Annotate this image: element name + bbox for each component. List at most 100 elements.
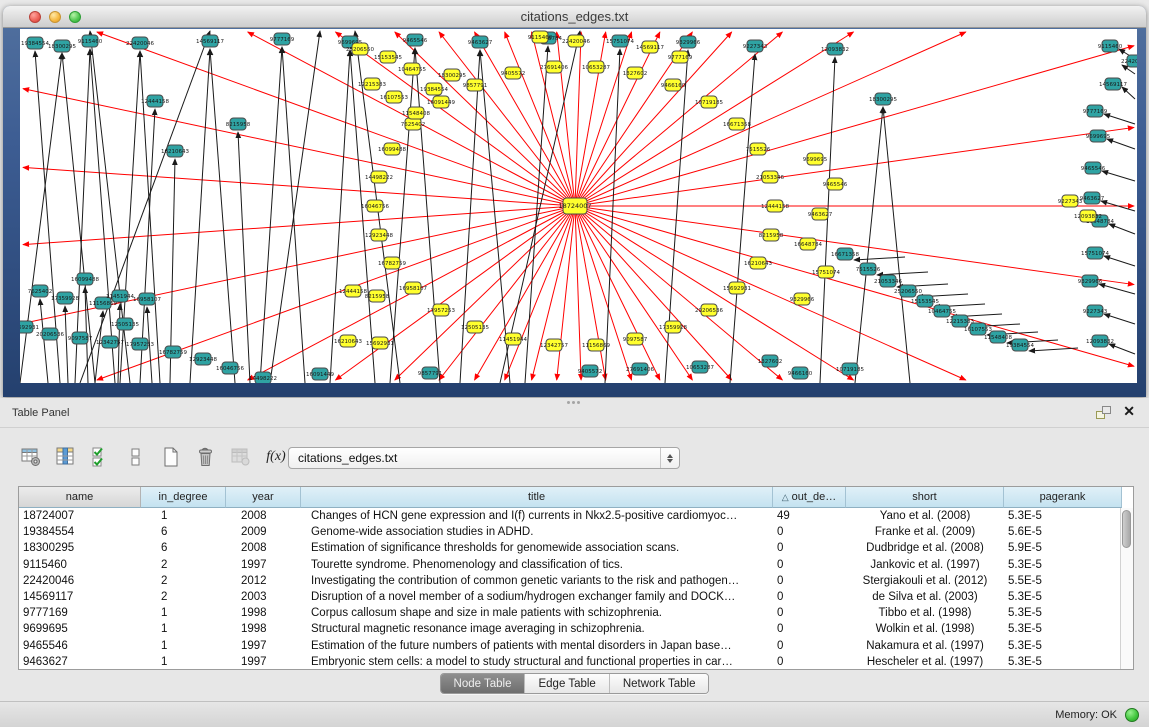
graph-edge[interactable] bbox=[270, 31, 320, 383]
cell-year[interactable]: 1997 bbox=[226, 640, 301, 652]
graph-edge[interactable] bbox=[80, 31, 210, 383]
table-row[interactable]: 1830029562008Estimation of significance … bbox=[19, 540, 1120, 556]
graph-edge[interactable] bbox=[575, 32, 606, 206]
graph-edge[interactable] bbox=[575, 206, 853, 380]
graph-edge[interactable] bbox=[23, 206, 575, 245]
cell-short[interactable]: Tibbo et al. (1998) bbox=[846, 607, 1004, 619]
graph-edge[interactable] bbox=[575, 46, 1134, 206]
cell-pagerank[interactable]: 5.9E-5 bbox=[1004, 542, 1120, 554]
cell-name[interactable]: 9465546 bbox=[19, 640, 141, 652]
cell-short[interactable]: Wolkin et al. (1998) bbox=[846, 623, 1004, 635]
cell-name[interactable]: 18300295 bbox=[19, 542, 141, 554]
graph-edge[interactable] bbox=[1104, 256, 1135, 266]
close-window-button[interactable] bbox=[29, 11, 41, 23]
cell-out_degree[interactable]: 0 bbox=[773, 559, 846, 571]
cell-in_degree[interactable]: 1 bbox=[141, 640, 226, 652]
cell-out_degree[interactable]: 0 bbox=[773, 656, 846, 668]
cell-short[interactable]: Jankovic et al. (1997) bbox=[846, 559, 1004, 571]
table-vertical-scrollbar[interactable] bbox=[1120, 508, 1133, 669]
cell-in_degree[interactable]: 1 bbox=[141, 623, 226, 635]
graph-edge[interactable] bbox=[120, 51, 140, 383]
graph-edge[interactable] bbox=[350, 50, 375, 383]
table-row[interactable]: 1456911722003Disruption of a novel membe… bbox=[19, 589, 1120, 605]
cell-title[interactable]: Disruption of a novel member of a sodium… bbox=[301, 591, 773, 603]
graph-edge[interactable] bbox=[1104, 314, 1135, 324]
cell-year[interactable]: 2008 bbox=[226, 542, 301, 554]
create-column-icon[interactable] bbox=[158, 444, 184, 470]
cell-short[interactable]: Franke et al. (2009) bbox=[846, 526, 1004, 538]
graph-edge[interactable] bbox=[95, 311, 103, 383]
float-panel-icon[interactable] bbox=[1096, 406, 1111, 419]
graph-edge[interactable] bbox=[395, 206, 575, 380]
cell-title[interactable]: Embryonic stem cells: a model to study s… bbox=[301, 656, 773, 668]
cell-in_degree[interactable]: 6 bbox=[141, 526, 226, 538]
cell-out_degree[interactable]: 0 bbox=[773, 591, 846, 603]
cell-out_degree[interactable]: 0 bbox=[773, 575, 846, 587]
cell-title[interactable]: Estimation of the future numbers of pati… bbox=[301, 640, 773, 652]
graph-edge[interactable] bbox=[1102, 171, 1135, 181]
zoom-window-button[interactable] bbox=[69, 11, 81, 23]
cell-year[interactable]: 2012 bbox=[226, 575, 301, 587]
cell-name[interactable]: 22420046 bbox=[19, 575, 141, 587]
graph-edge[interactable] bbox=[883, 107, 910, 383]
cell-pagerank[interactable]: 5.3E-5 bbox=[1004, 623, 1120, 635]
cell-title[interactable]: Estimation of significance thresholds fo… bbox=[301, 542, 773, 554]
show-columns-icon[interactable] bbox=[53, 444, 79, 470]
cell-in_degree[interactable]: 1 bbox=[141, 656, 226, 668]
cell-title[interactable]: Structural magnetic resonance image aver… bbox=[301, 623, 773, 635]
graph-edge[interactable] bbox=[1122, 87, 1135, 99]
cell-short[interactable]: Hescheler et al. (1997) bbox=[846, 656, 1004, 668]
cell-title[interactable]: Investigating the contribution of common… bbox=[301, 575, 773, 587]
table-row[interactable]: 946554611997Estimation of the future num… bbox=[19, 638, 1120, 654]
column-header-year[interactable]: year bbox=[226, 487, 301, 508]
function-builder-icon[interactable]: f(x) bbox=[263, 444, 289, 470]
graph-edge[interactable] bbox=[65, 306, 68, 383]
table-row[interactable]: 1938455462009Genome-wide association stu… bbox=[19, 524, 1120, 540]
cell-pagerank[interactable]: 5.3E-5 bbox=[1004, 607, 1120, 619]
window-titlebar[interactable]: citations_edges.txt bbox=[3, 6, 1146, 28]
cell-short[interactable]: Yano et al. (2008) bbox=[846, 510, 1004, 522]
cell-short[interactable]: Dudbridge et al. (2008) bbox=[846, 542, 1004, 554]
column-header-title[interactable]: title bbox=[301, 487, 773, 508]
cell-name[interactable]: 18724007 bbox=[19, 510, 141, 522]
graph-edge[interactable] bbox=[238, 132, 250, 383]
table-selector-dropdown[interactable]: citations_edges.txt bbox=[288, 447, 680, 469]
table-row[interactable]: 946362711997Embryonic stem cells: a mode… bbox=[19, 654, 1120, 669]
minimize-window-button[interactable] bbox=[49, 11, 61, 23]
cell-year[interactable]: 1997 bbox=[226, 656, 301, 668]
graph-edge[interactable] bbox=[605, 49, 620, 383]
delete-table-icon-disabled[interactable] bbox=[228, 444, 254, 470]
graph-edge[interactable] bbox=[190, 49, 210, 383]
graph-edge[interactable] bbox=[1109, 344, 1135, 354]
citation-network-graph[interactable]: 1938455418300295911546022420046145691179… bbox=[20, 29, 1137, 383]
cell-pagerank[interactable]: 5.5E-5 bbox=[1004, 575, 1120, 587]
cell-name[interactable]: 9115460 bbox=[19, 559, 141, 571]
cell-pagerank[interactable]: 5.3E-5 bbox=[1004, 510, 1120, 522]
tab-edge-table[interactable]: Edge Table bbox=[524, 674, 608, 693]
cell-out_degree[interactable]: 0 bbox=[773, 623, 846, 635]
graph-edge[interactable] bbox=[439, 32, 575, 206]
column-header-short[interactable]: short bbox=[846, 487, 1004, 508]
cell-pagerank[interactable]: 5.3E-5 bbox=[1004, 656, 1120, 668]
graph-edge[interactable] bbox=[575, 206, 632, 380]
graph-edge[interactable] bbox=[575, 206, 1134, 366]
graph-edge[interactable] bbox=[97, 32, 575, 206]
cell-out_degree[interactable]: 0 bbox=[773, 542, 846, 554]
graph-edge[interactable] bbox=[210, 49, 235, 383]
cell-year[interactable]: 1998 bbox=[226, 623, 301, 635]
column-header-out_degree[interactable]: △out_de… bbox=[773, 487, 846, 508]
cell-out_degree[interactable]: 0 bbox=[773, 640, 846, 652]
cell-pagerank[interactable]: 5.3E-5 bbox=[1004, 591, 1120, 603]
graph-edge[interactable] bbox=[575, 127, 1134, 206]
graph-edge[interactable] bbox=[575, 206, 732, 380]
cell-pagerank[interactable]: 5.3E-5 bbox=[1004, 559, 1120, 571]
cell-year[interactable]: 2008 bbox=[226, 510, 301, 522]
cell-year[interactable]: 1998 bbox=[226, 607, 301, 619]
cell-name[interactable]: 9463627 bbox=[19, 656, 141, 668]
graph-edge[interactable] bbox=[575, 206, 1134, 285]
cell-in_degree[interactable]: 2 bbox=[141, 575, 226, 587]
toggle-rows-icon[interactable] bbox=[123, 444, 149, 470]
cell-out_degree[interactable]: 0 bbox=[773, 526, 846, 538]
tab-network-table[interactable]: Network Table bbox=[609, 674, 709, 693]
graph-edge[interactable] bbox=[575, 32, 632, 206]
